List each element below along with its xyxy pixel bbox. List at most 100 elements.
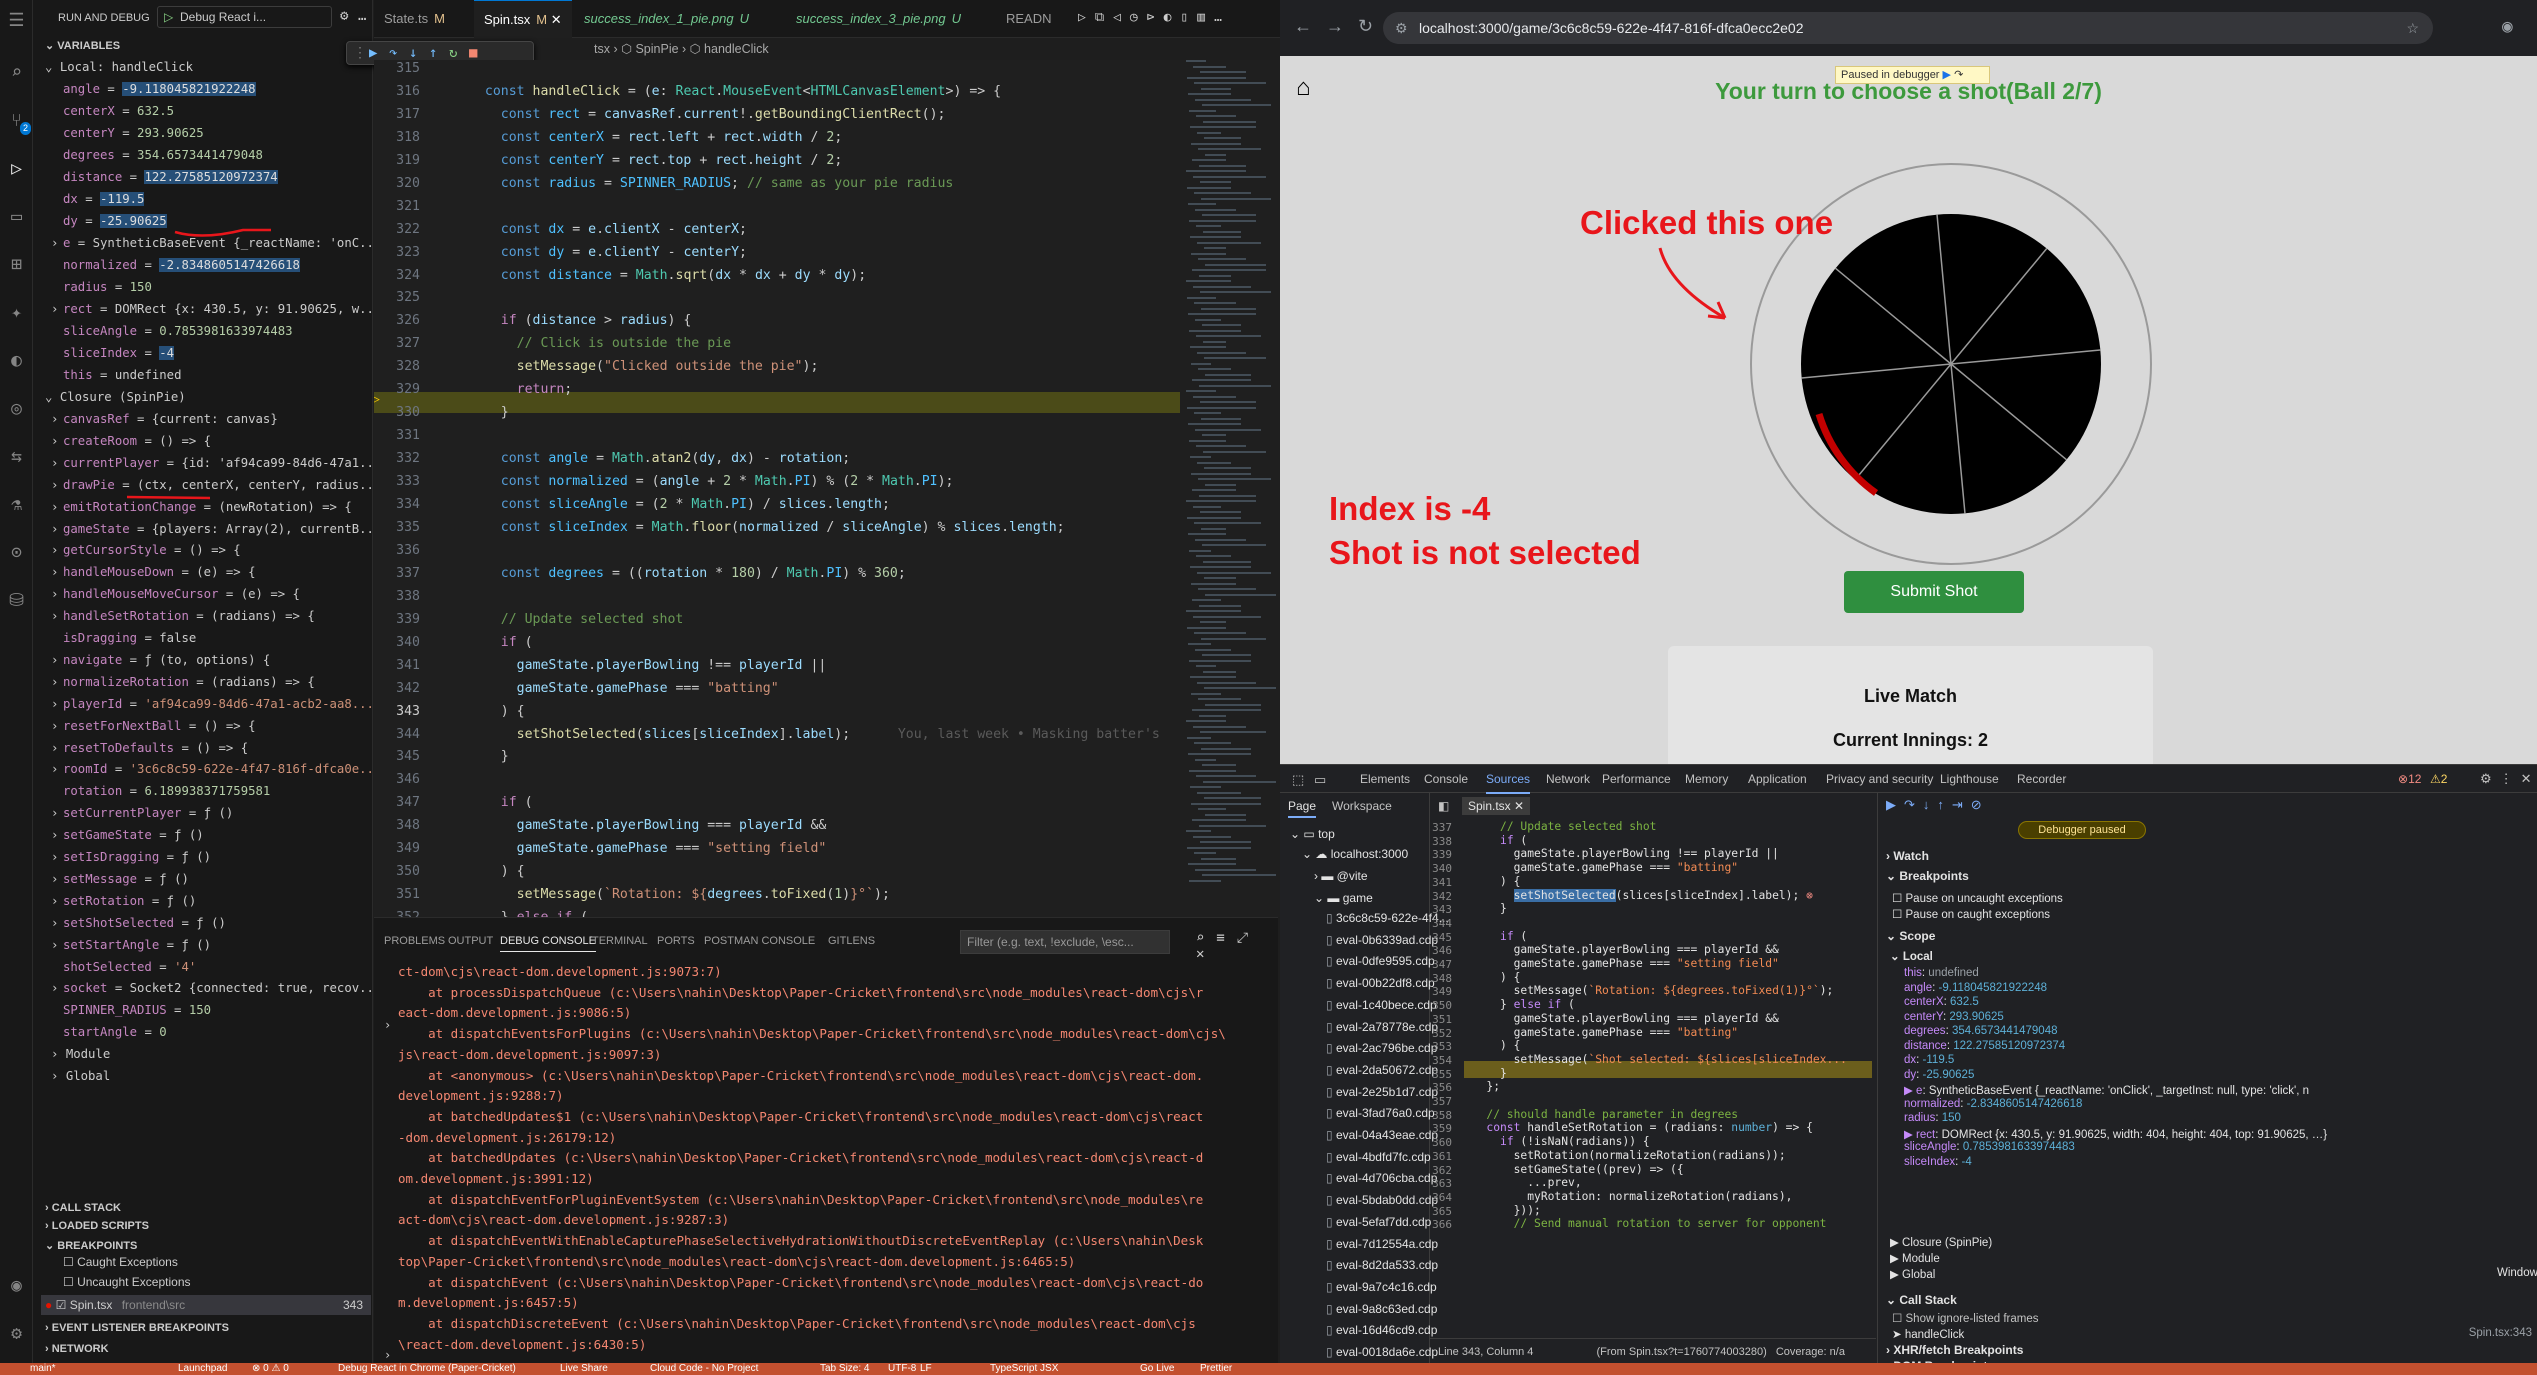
expand-chevron-icon[interactable]: ›	[51, 649, 63, 671]
expand-chevron-icon[interactable]: ›	[51, 539, 63, 561]
line-number[interactable]: 363	[1430, 1177, 1452, 1190]
status-item[interactable]: Tab Size: 4	[820, 1363, 869, 1375]
variable-row[interactable]: sliceIndex = -4	[63, 342, 175, 364]
closure-variable-row[interactable]: › socket = Socket2 {connected: true, reco…	[51, 977, 372, 999]
line-number[interactable]: 365	[1430, 1205, 1452, 1218]
source-file[interactable]: ▯ eval-04a43eae.cdp	[1326, 1128, 1438, 1142]
expand-chevron-icon[interactable]: ›	[51, 232, 63, 254]
expand-chevron-icon[interactable]: ›	[51, 474, 63, 496]
inspect-icon[interactable]: ⬚	[1292, 772, 1304, 788]
line-number[interactable]: 361	[1430, 1150, 1452, 1163]
status-item[interactable]: Live Share	[560, 1363, 608, 1375]
scope-variable[interactable]: dy: -25.90625	[1904, 1069, 1974, 1081]
stop-icon[interactable]: ■	[469, 45, 477, 61]
devtools-tab[interactable]: Sources	[1486, 772, 1531, 794]
module-scope[interactable]: ▶ Module	[1890, 1251, 1940, 1265]
status-item[interactable]: main*	[30, 1363, 56, 1375]
source-file[interactable]: ▯ eval-1c40bece.cdp	[1326, 998, 1437, 1012]
expand-chevron-icon[interactable]: ›	[51, 408, 63, 430]
line-number[interactable]: 323	[374, 245, 420, 260]
expand-chevron-icon[interactable]: ›	[51, 758, 63, 780]
source-file[interactable]: ▯ eval-4d706cba.cdp	[1326, 1171, 1437, 1185]
expand-chevron-icon[interactable]: ›	[51, 912, 63, 934]
line-number[interactable]: 344	[1430, 917, 1452, 930]
scope-section[interactable]: ⌄ Scope	[1886, 929, 1935, 943]
step-over-icon[interactable]: ↷	[389, 45, 397, 61]
source-file[interactable]: ▯ eval-9a8c63ed.cdp	[1326, 1302, 1437, 1316]
local-scope-header[interactable]: ⌄ Local: handleClick	[45, 56, 193, 78]
resume-icon[interactable]: ▶	[1943, 69, 1951, 81]
line-number[interactable]: 362	[1430, 1164, 1452, 1177]
expand-chevron-icon[interactable]: ›	[384, 1018, 391, 1032]
source-file[interactable]: ▯ eval-2a78778e.cdp	[1326, 1020, 1438, 1034]
line-number[interactable]: 348	[1430, 972, 1452, 985]
source-file[interactable]: ▯ eval-4bdfd7fc.cdp	[1326, 1150, 1431, 1164]
scope-variable[interactable]: ▶ rect: DOMRect {x: 430.5, y: 91.90625, …	[1904, 1127, 2327, 1141]
variables-section[interactable]: ⌄ VARIABLES	[33, 36, 372, 56]
line-number[interactable]: 315	[374, 61, 420, 76]
devtools-tab[interactable]: Privacy and security	[1826, 772, 1933, 786]
tab-spin-tsx[interactable]: Spin.tsx M ✕	[474, 0, 572, 38]
closure-variable-row[interactable]: › setCurrentPlayer = ƒ ()	[51, 802, 233, 824]
closure-scope[interactable]: ▶ Closure (SpinPie)	[1890, 1235, 1992, 1249]
drag-handle-icon[interactable]: ⋮	[353, 45, 367, 61]
variable-row[interactable]: angle = -9.118045821922248	[63, 78, 256, 100]
expand-chevron-icon[interactable]: ›	[51, 802, 63, 824]
variable-row[interactable]: dx = -119.5	[63, 188, 145, 210]
closure-variable-row[interactable]: › setShotSelected = ƒ ()	[51, 912, 226, 934]
line-number[interactable]: 336	[374, 543, 420, 558]
line-number[interactable]: 350	[374, 864, 420, 879]
nav-tab-page[interactable]: Page	[1288, 799, 1317, 818]
account-icon[interactable]: ◉	[6, 1275, 27, 1296]
line-number[interactable]: 339	[374, 612, 420, 627]
closure-variable-row[interactable]: › currentPlayer = {id: 'af94ca99-84d6-47a…	[51, 452, 372, 474]
start-debug-icon[interactable]: ▷	[164, 7, 173, 27]
local-scope[interactable]: ⌄ Local	[1890, 949, 1933, 963]
line-number[interactable]: 346	[374, 772, 420, 787]
line-number[interactable]: 347	[1430, 958, 1452, 971]
scope-variable[interactable]: this: undefined	[1904, 967, 1979, 979]
tree-game[interactable]: ⌄ ▬ game	[1314, 891, 1373, 905]
docker-icon[interactable]: ⇆	[6, 446, 27, 467]
devtools-menu-icons[interactable]: ⚙⋮✕	[2480, 771, 2537, 787]
line-number[interactable]: 354	[1430, 1054, 1452, 1067]
extensions-icon[interactable]: ⊞	[6, 254, 27, 275]
source-file[interactable]: ▯ eval-16d46cd9.cdp	[1326, 1323, 1437, 1337]
scope-variable[interactable]: dx: -119.5	[1904, 1054, 1954, 1066]
source-file[interactable]: ▯ eval-00b22df8.cdp	[1326, 976, 1435, 990]
gitlens-icon[interactable]: ⊙	[6, 542, 27, 563]
status-item[interactable]: LF	[920, 1363, 932, 1375]
variable-row[interactable]: dy = -25.90625	[63, 210, 167, 232]
source-file[interactable]: ▯ eval-0b6339ad.cdp	[1326, 933, 1438, 947]
line-number[interactable]: 322	[374, 222, 420, 237]
continue-icon[interactable]: ▶	[369, 45, 377, 61]
line-number[interactable]: 338	[1430, 835, 1452, 848]
closure-variable-row[interactable]: › createRoom = () => {	[51, 430, 211, 452]
status-item[interactable]: Cloud Code - No Project	[650, 1363, 758, 1375]
breakpoints-section[interactable]: ⌄ Breakpoints	[1886, 869, 1969, 883]
more-actions-icon[interactable]: …	[358, 8, 366, 24]
line-number[interactable]: 341	[1430, 876, 1452, 889]
pause-caught-checkbox[interactable]: ☐ Pause on caught exceptions	[1892, 907, 2050, 921]
search-icon[interactable]: ⌕	[6, 62, 27, 83]
launch-config-select[interactable]: ▷ Debug React i...	[157, 6, 332, 28]
show-ignore-listed-checkbox[interactable]: ☐ Show ignore-listed frames	[1892, 1311, 2038, 1325]
devtools-tab[interactable]: Lighthouse	[1940, 772, 1999, 786]
closure-variable-row[interactable]: › handleSetRotation = (radians) => {	[51, 605, 315, 627]
line-number[interactable]: 325	[374, 290, 420, 305]
closure-variable-row[interactable]: › gameState = {players: Array(2), current…	[51, 518, 372, 540]
variable-row[interactable]: › rect = DOMRect {x: 430.5, y: 91.90625, …	[51, 298, 372, 320]
expand-chevron-icon[interactable]: ›	[51, 496, 63, 518]
database-icon[interactable]: ⛁	[6, 590, 27, 611]
tab-success-index-1[interactable]: success_index_1_pie.png U	[574, 0, 759, 38]
expand-chevron-icon[interactable]: ›	[51, 868, 63, 890]
line-number[interactable]: 349	[374, 841, 420, 856]
line-number[interactable]: 345	[374, 749, 420, 764]
line-number[interactable]: 340	[374, 635, 420, 650]
closure-variable-row[interactable]: › roomId = '3c6c8c59-622e-4f47-816f-dfca0…	[51, 758, 372, 780]
line-number[interactable]: 351	[374, 887, 420, 902]
tree-localhost[interactable]: ⌄ ☁ localhost:3000	[1302, 847, 1408, 861]
expand-chevron-icon[interactable]: ›	[51, 715, 63, 737]
line-number[interactable]: 320	[374, 176, 420, 191]
scope-variable[interactable]: radius: 150	[1904, 1112, 1961, 1124]
